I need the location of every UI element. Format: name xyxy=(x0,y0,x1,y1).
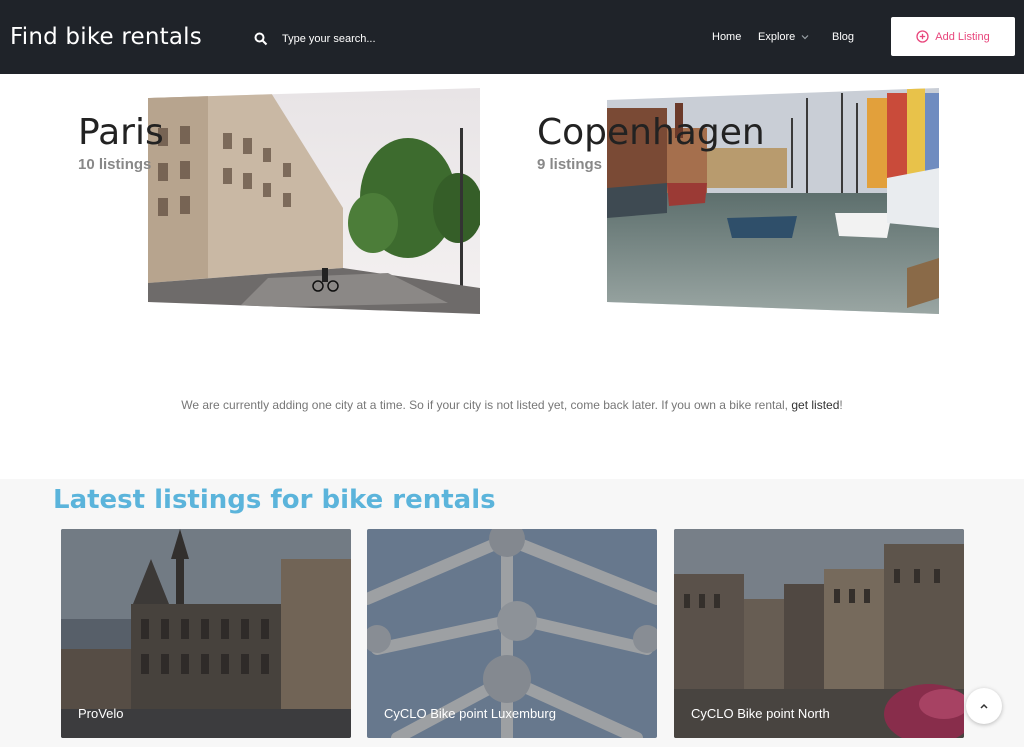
nav-blog[interactable]: Blog xyxy=(832,31,854,43)
nav-home[interactable]: Home xyxy=(712,31,741,43)
search-bar xyxy=(254,28,474,50)
nav-explore-label: Explore xyxy=(758,31,796,43)
city-notice: We are currently adding one city at a ti… xyxy=(0,398,1024,412)
listing-label: ProVelo xyxy=(78,706,124,721)
listing-card-provelo[interactable]: ProVelo xyxy=(61,529,351,738)
city-name-copenhagen: Copenhagen xyxy=(537,112,765,153)
notice-text: We are currently adding one city at a ti… xyxy=(181,398,792,412)
get-listed-link[interactable]: get listed xyxy=(791,398,839,412)
notice-suffix: ! xyxy=(839,398,843,412)
latest-listings-title: Latest listings for bike rentals xyxy=(53,485,496,515)
chevron-up-icon xyxy=(980,703,988,709)
top-navbar: Find bike rentals Home Explore Blog Add … xyxy=(0,0,1024,74)
listing-label: CyCLO Bike point North xyxy=(691,706,830,721)
listing-label: CyCLO Bike point Luxemburg xyxy=(384,706,556,721)
add-listing-button[interactable]: Add Listing xyxy=(891,17,1015,56)
search-input[interactable] xyxy=(282,33,462,45)
scroll-to-top-button[interactable] xyxy=(966,688,1002,724)
listing-card-cyclo-north[interactable]: CyCLO Bike point North xyxy=(674,529,964,738)
plus-circle-icon xyxy=(916,30,929,43)
city-name-paris: Paris xyxy=(78,112,164,153)
search-icon[interactable] xyxy=(254,32,268,46)
listing-card-cyclo-luxemburg[interactable]: CyCLO Bike point Luxemburg xyxy=(367,529,657,738)
paris-photo xyxy=(148,88,480,314)
city-count-paris: 10 listings xyxy=(78,156,152,173)
add-listing-label: Add Listing xyxy=(935,30,990,43)
city-count-copenhagen: 9 listings xyxy=(537,156,603,173)
site-logo[interactable]: Find bike rentals xyxy=(10,24,202,50)
chevron-down-icon xyxy=(801,35,809,40)
nav-explore[interactable]: Explore xyxy=(758,31,809,43)
